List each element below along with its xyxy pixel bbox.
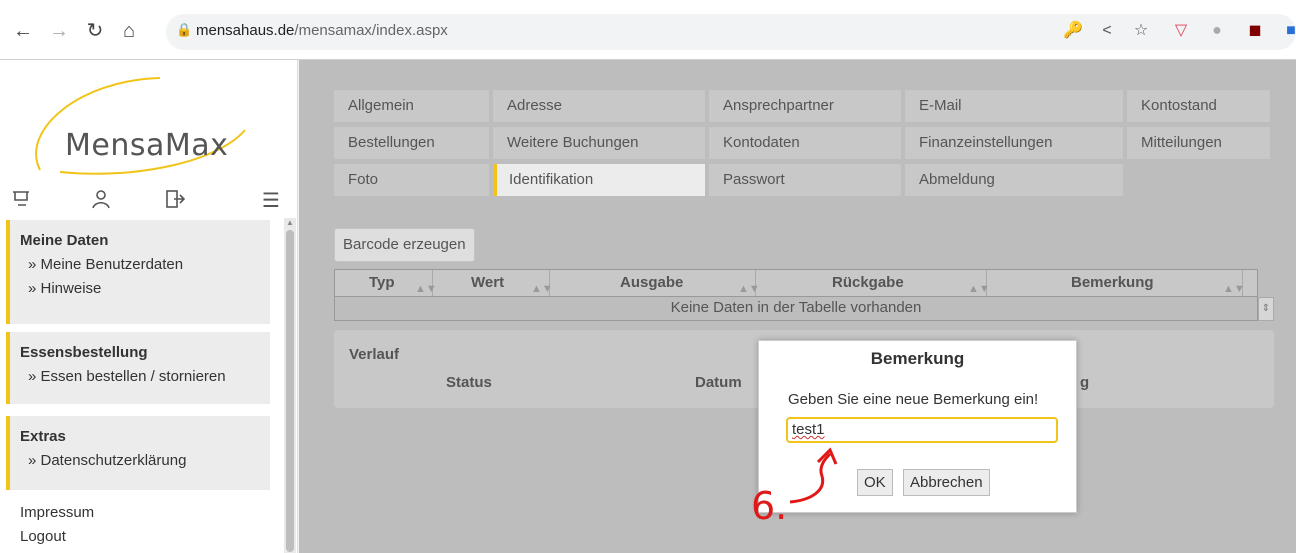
menu-section-essensbestellung: Essensbestellung » Essen bestellen / sto… <box>6 332 270 404</box>
user-icon[interactable] <box>88 188 114 214</box>
column-header-label: Rückgabe <box>832 274 904 291</box>
column-header-typ[interactable]: Typ ▲▼ <box>335 270 437 296</box>
abbrechen-button[interactable]: Abbrechen <box>903 469 990 496</box>
tab-abmeldung[interactable]: Abmeldung <box>905 164 1123 196</box>
logo-swoosh-icon <box>35 77 246 175</box>
ublock-icon[interactable]: ◼ <box>1244 20 1266 42</box>
tab-kontostand[interactable]: Kontostand <box>1127 90 1270 122</box>
extension-globe-icon[interactable]: ● <box>1206 20 1228 42</box>
logo-text: MensaMax <box>65 128 229 163</box>
menu-section-title: Meine Daten <box>20 232 109 249</box>
menu-item-datenschutz[interactable]: » Datenschutzerklärung <box>20 452 270 469</box>
column-header-rueckgabe[interactable]: Rückgabe ▲▼ <box>756 270 990 296</box>
reload-icon[interactable]: ↻ <box>82 18 108 44</box>
extension-icon[interactable]: ■ <box>1280 20 1296 42</box>
menu-item-hinweise[interactable]: » Hinweise <box>20 280 270 297</box>
share-icon[interactable]: < <box>1096 20 1118 42</box>
tab-finanzeinstellungen[interactable]: Finanzeinstellungen <box>905 127 1123 159</box>
annotation-step-label: 6. <box>751 484 788 528</box>
menu-section-title: Extras <box>20 428 66 445</box>
bemerkung-dialog: Bemerkung Geben Sie eine neue Bemerkung … <box>758 340 1077 513</box>
menu-section-extras: Extras » Datenschutzerklärung <box>6 416 270 490</box>
tab-identifikation[interactable]: Identifikation <box>493 164 705 196</box>
verlauf-title: Verlauf <box>349 346 400 363</box>
column-header-label: Wert <box>471 274 505 291</box>
tab-weitere-buchungen[interactable]: Weitere Buchungen <box>493 127 705 159</box>
table-header: Typ ▲▼ Wert ▲▼ Ausgabe ▲▼ Rückgabe ▲▼ Be… <box>334 269 1258 297</box>
sidebar-scroll-thumb[interactable] <box>286 230 294 552</box>
dialog-title: Bemerkung <box>870 349 965 368</box>
menu-icon[interactable]: ☰ <box>258 188 284 214</box>
tab-adresse[interactable]: Adresse <box>493 90 705 122</box>
column-header-bemerkung[interactable]: Bemerkung ▲▼ <box>987 270 1245 296</box>
ok-button[interactable]: OK <box>857 469 893 496</box>
verlauf-column-bemerkung: g <box>1080 374 1090 391</box>
tab-ansprechpartner[interactable]: Ansprechpartner <box>709 90 901 122</box>
browser-toolbar: ← → ↻ ⌂ 🔒 mensahaus.de/mensamax/index.as… <box>0 0 1296 60</box>
tab-foto[interactable]: Foto <box>334 164 489 196</box>
tab-allgemein[interactable]: Allgemein <box>334 90 489 122</box>
cart-icon[interactable] <box>8 188 34 214</box>
column-header-ausgabe[interactable]: Ausgabe ▲▼ <box>550 270 760 296</box>
barcode-erzeugen-button[interactable]: Barcode erzeugen <box>334 228 475 262</box>
bookmark-star-icon[interactable]: ☆ <box>1130 20 1152 42</box>
menu-section-meine-daten: Meine Daten » Meine Benutzerdaten » Hinw… <box>6 220 270 324</box>
tab-bestellungen[interactable]: Bestellungen <box>334 127 489 159</box>
table-empty-row: Keine Daten in der Tabelle vorhanden <box>334 297 1258 321</box>
url-text[interactable]: mensahaus.de/mensamax/index.aspx <box>196 22 448 39</box>
key-icon[interactable]: 🔑 <box>1062 20 1084 42</box>
sidebar-toolbar: ☰ <box>0 188 298 222</box>
verlauf-column-status: Status <box>446 374 492 391</box>
dialog-message: Geben Sie eine neue Bemerkung ein! <box>788 391 1039 408</box>
back-icon[interactable]: ← <box>10 18 36 44</box>
scroll-up-icon[interactable]: ▲ <box>286 218 294 227</box>
table-scroll-icon[interactable]: ⇕ <box>1258 297 1274 321</box>
sidebar: MensaMax ☰ ▲ Meine Daten » Meine Benutze… <box>0 60 298 553</box>
menu-item-essen-bestellen[interactable]: » Essen bestellen / stornieren <box>20 368 270 385</box>
tab-mitteilungen[interactable]: Mitteilungen <box>1127 127 1270 159</box>
pocket-icon[interactable]: ▽ <box>1170 20 1192 42</box>
lock-icon[interactable]: 🔒 <box>176 22 192 38</box>
column-header-label: Ausgabe <box>620 274 684 291</box>
url-domain: mensahaus.de <box>196 22 295 39</box>
tab-email[interactable]: E-Mail <box>905 90 1123 122</box>
bemerkung-input[interactable]: test1 <box>786 417 1058 443</box>
verlauf-column-datum: Datum <box>695 374 742 391</box>
sidebar-scrollbar[interactable]: ▲ <box>284 218 296 553</box>
url-path: /mensamax/index.aspx <box>294 22 448 39</box>
logout-link[interactable]: Logout <box>20 528 66 545</box>
tab-passwort[interactable]: Passwort <box>709 164 901 196</box>
menu-section-title: Essensbestellung <box>20 344 148 361</box>
impressum-link[interactable]: Impressum <box>20 504 94 521</box>
logout-icon[interactable] <box>162 188 188 214</box>
column-header-label: Typ <box>369 274 395 291</box>
mensamax-logo[interactable]: MensaMax <box>20 70 260 180</box>
forward-icon[interactable]: → <box>46 18 72 44</box>
home-icon[interactable]: ⌂ <box>116 18 142 44</box>
column-header-wert[interactable]: Wert ▲▼ <box>433 270 553 296</box>
column-header-label: Bemerkung <box>1071 274 1154 291</box>
tab-kontodaten[interactable]: Kontodaten <box>709 127 901 159</box>
menu-item-benutzerdaten[interactable]: » Meine Benutzerdaten <box>20 256 270 273</box>
